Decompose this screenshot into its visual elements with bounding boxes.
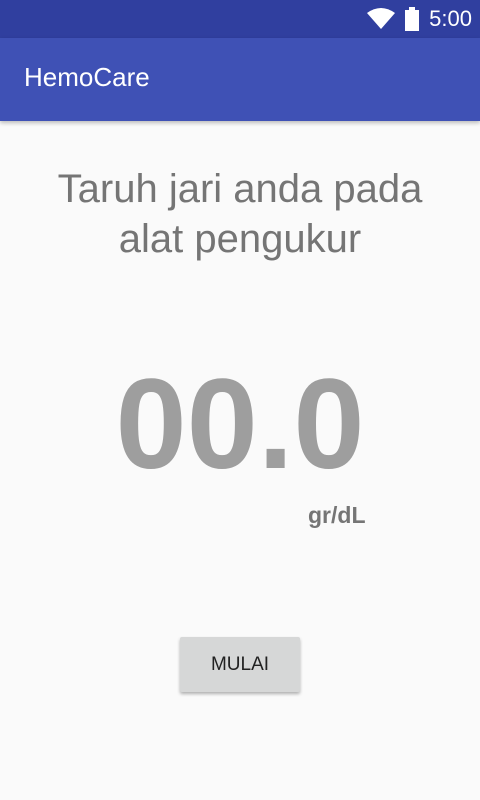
start-button[interactable]: MULAI bbox=[180, 637, 300, 692]
app-title: HemoCare bbox=[24, 62, 150, 92]
battery-icon bbox=[405, 7, 420, 31]
status-icons: 5:00 bbox=[367, 0, 472, 38]
hemoglobin-reading: 00.0 bbox=[115, 353, 365, 496]
status-bar: 5:00 bbox=[0, 0, 480, 38]
wifi-icon bbox=[367, 8, 396, 29]
instruction-line-1: Taruh jari anda pada bbox=[57, 167, 423, 211]
app-bar: HemoCare bbox=[0, 38, 480, 121]
reading-unit: gr/dL bbox=[308, 502, 366, 528]
instruction-line-2: alat pengukur bbox=[118, 217, 362, 261]
status-time: 5:00 bbox=[429, 6, 472, 31]
instruction-text: Taruh jari anda pada alat pengukur bbox=[0, 164, 480, 264]
